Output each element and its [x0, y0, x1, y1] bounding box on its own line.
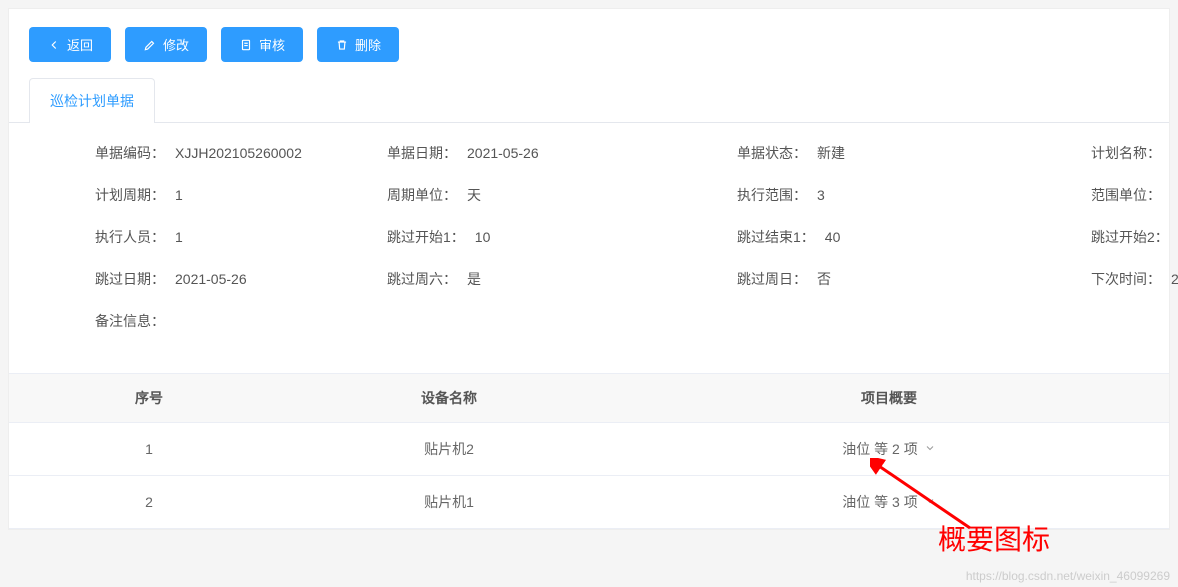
- cell-device: 贴片机1: [289, 476, 609, 529]
- skip-date-label: 跳过日期：: [95, 269, 165, 289]
- back-button[interactable]: 返回: [29, 27, 111, 62]
- summary-text: 油位 等 3 项: [842, 492, 917, 512]
- chevron-down-icon: [924, 441, 936, 457]
- date-value: 2021-05-26: [467, 145, 539, 161]
- header-device: 设备名称: [289, 374, 609, 423]
- plan-name-label: 计划名称：: [1091, 143, 1161, 163]
- cell-summary[interactable]: 油位 等 2 项: [609, 423, 1169, 476]
- table-row: 2 贴片机1 油位 等 3 项: [9, 476, 1169, 529]
- delete-label: 删除: [355, 35, 381, 54]
- skip-start2-label: 跳过开始2：: [1091, 227, 1169, 247]
- header-summary: 项目概要: [609, 374, 1169, 423]
- range-value: 3: [817, 187, 825, 203]
- code-value: XJJH202105260002: [175, 145, 302, 161]
- arrow-left-icon: [47, 38, 61, 52]
- cell-seq: 1: [9, 423, 289, 476]
- tab-main[interactable]: 巡检计划单据: [29, 78, 155, 123]
- data-table: 序号 设备名称 项目概要 1 贴片机2 油位 等 2 项: [9, 373, 1169, 529]
- skip-sat-value: 是: [467, 269, 481, 289]
- header-seq: 序号: [9, 374, 289, 423]
- delete-button[interactable]: 删除: [317, 27, 399, 62]
- edit-button[interactable]: 修改: [125, 27, 207, 62]
- date-label: 单据日期：: [387, 143, 457, 163]
- form-area: 单据编码： XJJH202105260002 单据日期： 2021-05-26 单据…: [9, 123, 1169, 373]
- skip-start1-label: 跳过开始1：: [387, 227, 465, 247]
- remark-label: 备注信息：: [95, 311, 165, 331]
- skip-sun-label: 跳过周日：: [737, 269, 807, 289]
- cell-summary[interactable]: 油位 等 3 项: [609, 476, 1169, 529]
- back-label: 返回: [67, 35, 93, 54]
- trash-icon: [335, 38, 349, 52]
- cycle-unit-value: 天: [467, 185, 481, 205]
- range-unit-label: 范围单位：: [1091, 185, 1161, 205]
- skip-end1-value: 40: [825, 229, 841, 245]
- skip-end1-label: 跳过结束1：: [737, 227, 815, 247]
- staff-value: 1: [175, 229, 183, 245]
- skip-sun-value: 否: [817, 269, 831, 289]
- staff-label: 执行人员：: [95, 227, 165, 247]
- cycle-label: 计划周期：: [95, 185, 165, 205]
- range-label: 执行范围：: [737, 185, 807, 205]
- audit-label: 审核: [259, 35, 285, 54]
- cycle-unit-label: 周期单位：: [387, 185, 457, 205]
- watermark: https://blog.csdn.net/weixin_46099269: [966, 569, 1170, 583]
- cell-seq: 2: [9, 476, 289, 529]
- skip-date-value: 2021-05-26: [175, 271, 247, 287]
- status-label: 单据状态：: [737, 143, 807, 163]
- skip-sat-label: 跳过周六：: [387, 269, 457, 289]
- cell-device: 贴片机2: [289, 423, 609, 476]
- main-panel: 返回 修改 审核 删除 巡检计划单据 单据编码： XJJH202105260002…: [8, 8, 1170, 530]
- next-time-label: 下次时间：: [1091, 269, 1161, 289]
- clipboard-icon: [239, 38, 253, 52]
- table-row: 1 贴片机2 油位 等 2 项: [9, 423, 1169, 476]
- chevron-down-icon: [924, 494, 936, 510]
- next-time-value: 2: [1171, 271, 1178, 287]
- summary-text: 油位 等 2 项: [842, 439, 917, 459]
- toolbar: 返回 修改 审核 删除: [9, 9, 1169, 78]
- audit-button[interactable]: 审核: [221, 27, 303, 62]
- cycle-value: 1: [175, 187, 183, 203]
- skip-start1-value: 10: [475, 229, 491, 245]
- status-value: 新建: [817, 143, 845, 163]
- tabs: 巡检计划单据: [9, 78, 1169, 123]
- pencil-icon: [143, 38, 157, 52]
- code-label: 单据编码：: [95, 143, 165, 163]
- edit-label: 修改: [163, 35, 189, 54]
